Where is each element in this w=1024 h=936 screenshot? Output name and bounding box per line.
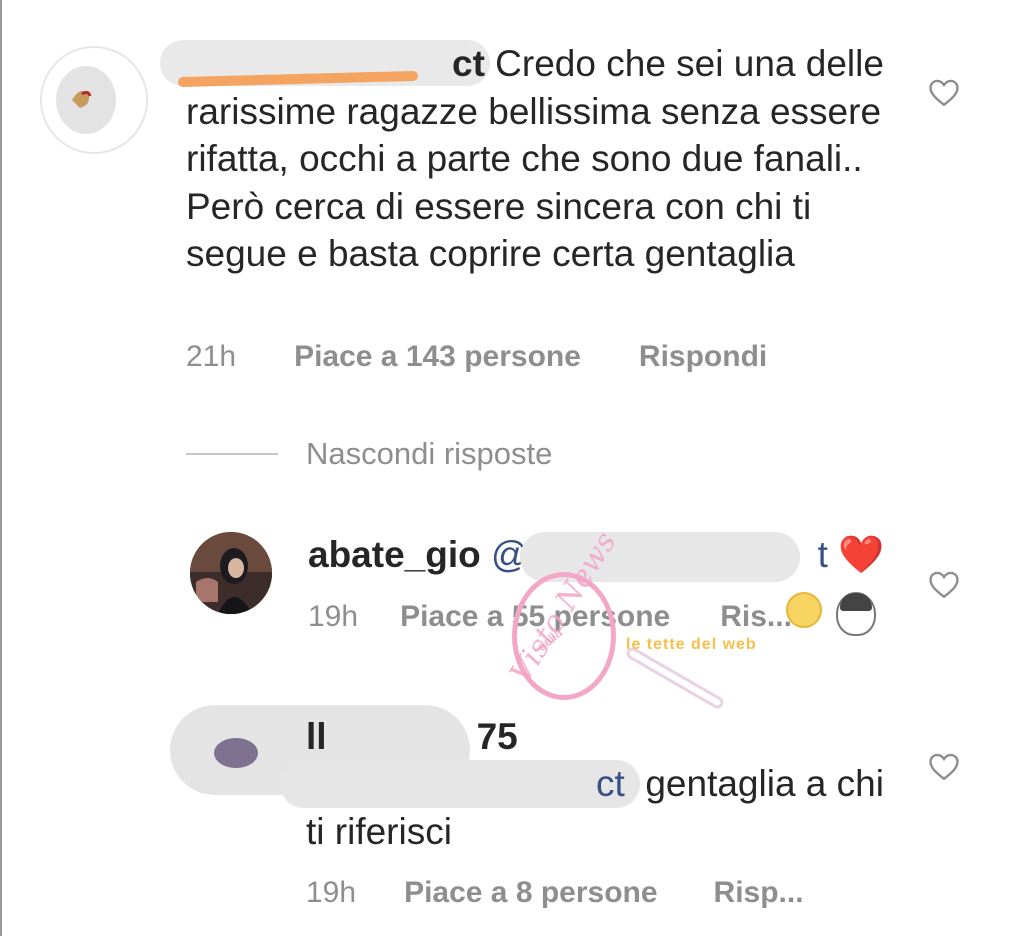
reply-username[interactable]: abate_gio [308, 534, 481, 575]
reply2-likes[interactable]: Piace a 8 persone [404, 876, 657, 909]
reply2-meta: 19h Piace a 8 persone Risp... [306, 876, 804, 910]
watermark-face-icon [786, 592, 822, 628]
commenter-avatar[interactable] [40, 46, 148, 154]
comment-text: ct Credo che sei una delle rarissime rag… [186, 40, 906, 278]
like-heart-icon[interactable] [926, 748, 962, 784]
hide-replies-line [186, 453, 278, 455]
like-heart-icon[interactable] [926, 74, 962, 110]
frame-edge [0, 0, 2, 936]
reply2-reply-button[interactable]: Risp... [714, 876, 804, 909]
reply2-mention-suffix[interactable]: ct [596, 763, 625, 804]
reply-reply-button[interactable]: Ris... [720, 600, 792, 633]
reply-avatar[interactable] [214, 738, 258, 768]
reply-mention-suffix: t [817, 534, 828, 575]
comment-meta: 21h Piace a 143 persone Rispondi [186, 340, 767, 374]
red-heart-emoji: ❤️ [838, 534, 885, 575]
comment-likes[interactable]: Piace a 143 persone [294, 340, 581, 373]
comment-body: Credo che sei una delle rarissime ragazz… [186, 43, 884, 274]
watermark-wand [624, 645, 726, 711]
comment-reply-button[interactable]: Rispondi [639, 340, 767, 373]
reply2-username[interactable]: ll 75 [306, 716, 518, 758]
comment-time: 21h [186, 340, 237, 373]
reply2-text: ct gentaglia a chi ti riferisci [306, 760, 906, 856]
reply-time: 19h [308, 600, 359, 633]
comment-username-suffix[interactable]: ct [452, 43, 485, 84]
watermark-tag: le tette del web [626, 636, 757, 653]
reply2-username-start: ll [306, 716, 327, 757]
reply2-time: 19h [306, 876, 357, 909]
reply2-body: gentaglia a chi ti riferisci [306, 763, 884, 852]
watermark-face-icon [836, 592, 876, 636]
hide-replies-button[interactable]: Nascondi risposte [306, 436, 552, 472]
like-heart-icon[interactable] [926, 566, 962, 602]
reply2-username-end: 75 [476, 716, 518, 757]
reply-avatar[interactable] [190, 532, 272, 614]
